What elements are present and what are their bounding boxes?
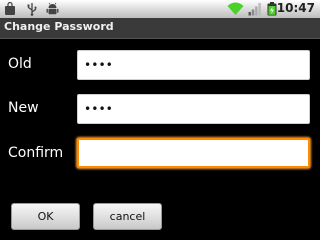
clock: 10:47 bbox=[276, 1, 315, 15]
ok-button[interactable]: OK bbox=[11, 203, 80, 230]
dialog-title-bar: Change Password bbox=[0, 18, 320, 39]
status-bar: 10:47 bbox=[0, 0, 320, 18]
old-password-label: Old bbox=[8, 56, 32, 72]
new-password-label: New bbox=[8, 100, 39, 116]
new-password-field[interactable]: •••• bbox=[77, 94, 310, 124]
confirm-password-label: Confirm bbox=[8, 145, 64, 161]
usb-icon bbox=[27, 3, 37, 16]
battery-charging-icon bbox=[267, 2, 277, 16]
screen: 10:47 Change Password Old •••• New •••• … bbox=[0, 0, 320, 240]
shopping-bag-icon bbox=[5, 2, 15, 15]
signal-icon bbox=[248, 3, 261, 16]
confirm-password-field[interactable] bbox=[77, 138, 310, 168]
dialog-title: Change Password bbox=[4, 20, 114, 33]
cancel-button[interactable]: cancel bbox=[93, 203, 162, 230]
wifi-icon bbox=[227, 2, 244, 15]
old-password-field[interactable]: •••• bbox=[77, 50, 310, 80]
android-debug-icon bbox=[46, 2, 59, 15]
